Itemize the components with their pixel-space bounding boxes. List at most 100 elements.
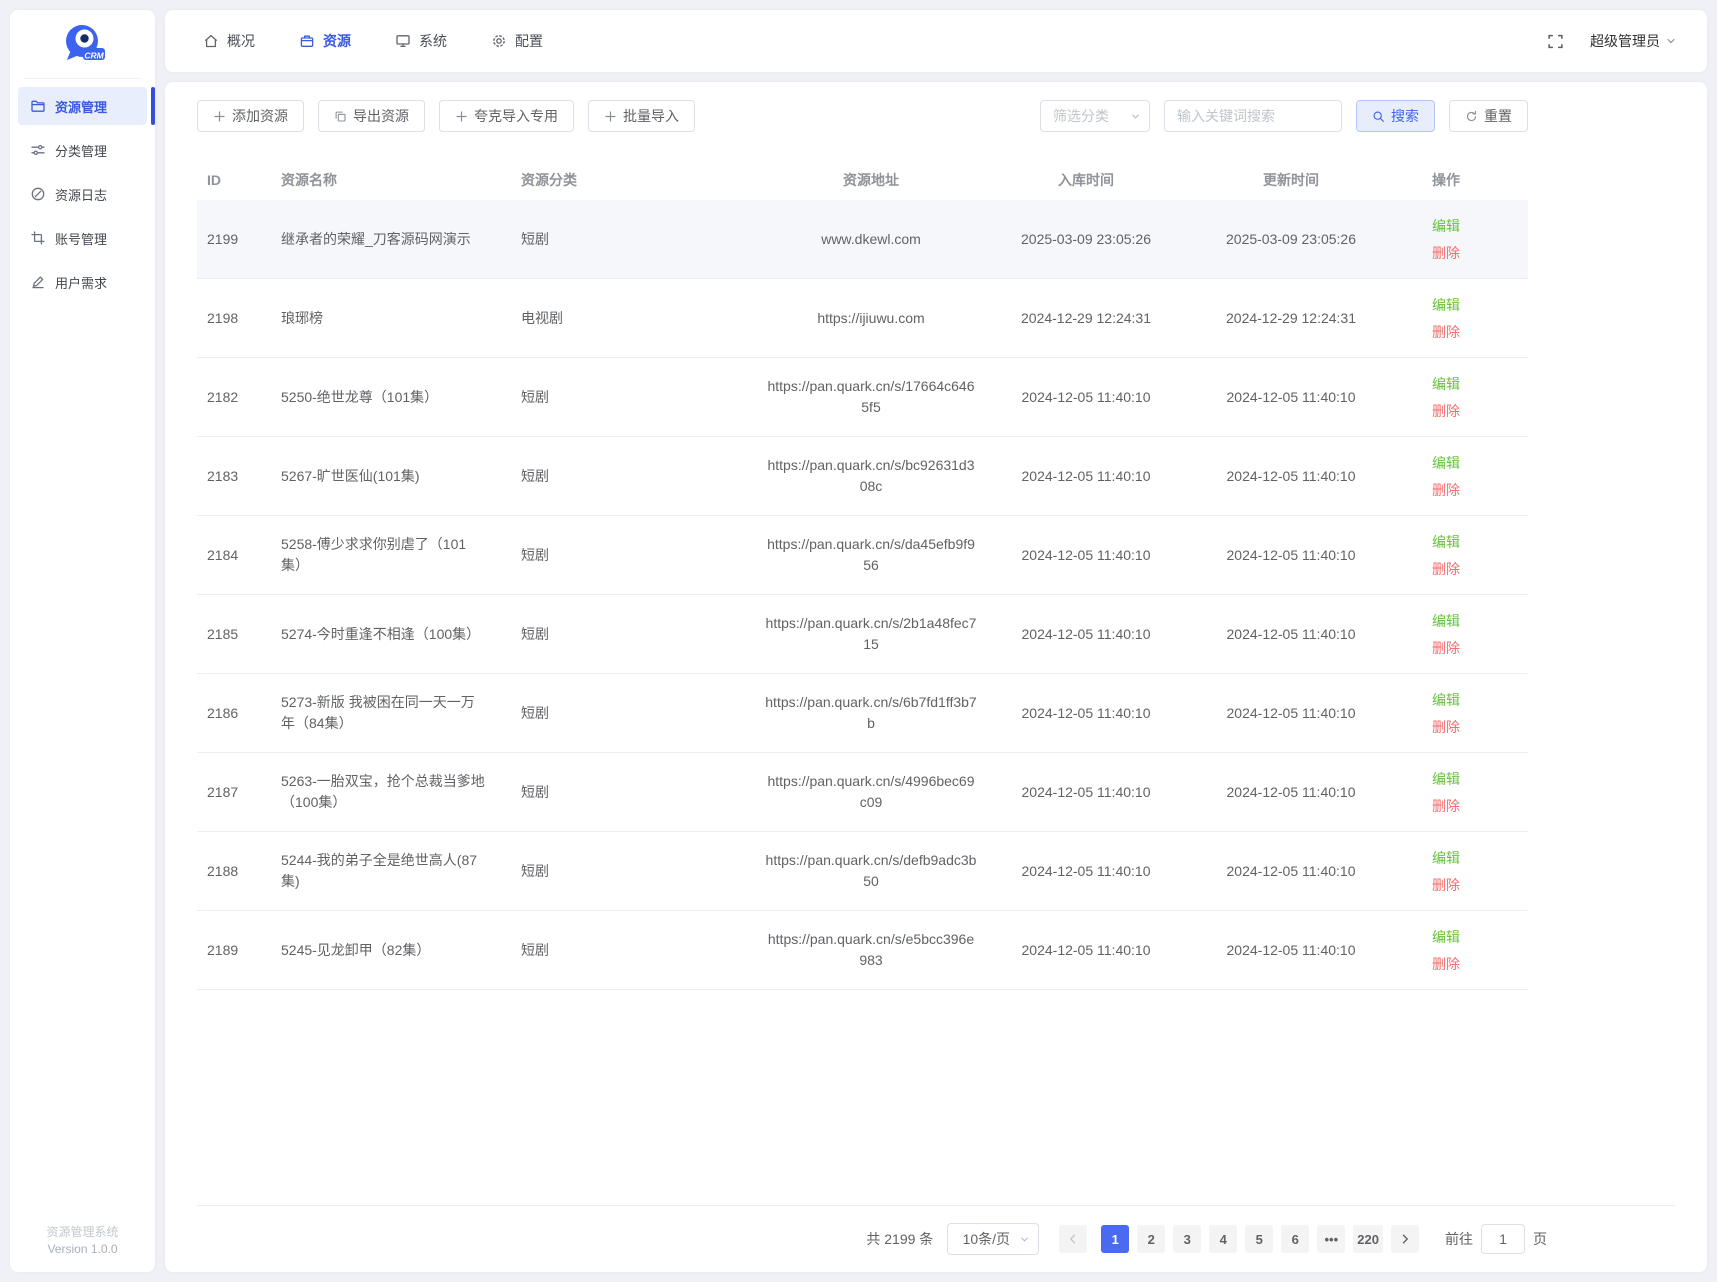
crm-logo-icon: CRM — [65, 25, 105, 61]
nav-item-label: 配置 — [515, 33, 543, 49]
cell-updated: 2024-12-05 11:40:10 — [1226, 783, 1356, 800]
cell-actions: 编辑 删除 — [1396, 927, 1528, 974]
sidebar-item-resource-log[interactable]: 资源日志 — [18, 175, 147, 213]
sidebar-item-user-needs[interactable]: 用户需求 — [18, 263, 147, 301]
delete-link[interactable]: 删除 — [1432, 401, 1460, 421]
top-nav: 概况 资源 系统 配置 — [203, 31, 543, 51]
fullscreen-icon[interactable] — [1547, 33, 1564, 50]
table-row: 2186 5273-新版 我被困在同一天一万年（84集） 短剧 https://pan… — [197, 674, 1528, 753]
cell-category: 短剧 — [521, 389, 549, 405]
folder-icon — [30, 98, 46, 114]
content-panel: 添加资源 导出资源 夸克导入专用 批量导入 筛选分类 搜 — [165, 82, 1707, 1272]
edit-link[interactable]: 编辑 — [1432, 848, 1460, 868]
delete-link[interactable]: 删除 — [1432, 954, 1460, 974]
category-filter-select[interactable]: 筛选分类 — [1040, 100, 1150, 132]
filter-placeholder: 筛选分类 — [1053, 108, 1109, 124]
column-header-created: 入库时间 — [1058, 171, 1114, 188]
export-resource-button[interactable]: 导出资源 — [318, 100, 425, 132]
delete-link[interactable]: 删除 — [1432, 875, 1460, 895]
edit-link[interactable]: 编辑 — [1432, 216, 1460, 236]
cell-updated: 2024-12-05 11:40:10 — [1226, 941, 1356, 958]
goto-suffix: 页 — [1533, 1231, 1547, 1247]
delete-link[interactable]: 删除 — [1432, 717, 1460, 737]
search-icon — [1372, 110, 1385, 123]
search-button[interactable]: 搜索 — [1356, 100, 1435, 132]
edit-link[interactable]: 编辑 — [1432, 769, 1460, 789]
cell-updated: 2024-12-05 11:40:10 — [1226, 704, 1356, 721]
cell-name: 5245-见龙卸甲（82集） — [281, 941, 431, 958]
user-menu[interactable]: 超级管理员 — [1590, 31, 1677, 51]
add-resource-button[interactable]: 添加资源 — [197, 100, 304, 132]
goto-page-input[interactable] — [1481, 1224, 1525, 1254]
nav-item-config[interactable]: 配置 — [491, 31, 543, 51]
cell-created: 2024-12-05 11:40:10 — [1021, 388, 1151, 405]
edit-link[interactable]: 编辑 — [1432, 927, 1460, 947]
cell-updated: 2024-12-29 12:24:31 — [1226, 309, 1356, 326]
cell-created: 2024-12-05 11:40:10 — [1021, 467, 1151, 484]
delete-link[interactable]: 删除 — [1432, 638, 1460, 658]
keyword-search-input[interactable] — [1164, 100, 1342, 132]
next-page-button[interactable] — [1391, 1225, 1419, 1253]
cell-url: https://ijiuwu.com — [817, 309, 925, 326]
delete-link[interactable]: 删除 — [1432, 559, 1460, 579]
toolbar: 添加资源 导出资源 夸克导入专用 批量导入 筛选分类 搜 — [197, 100, 1528, 132]
table-row: 2199 继承者的荣耀_刀客源码网演示 短剧 www.dkewl.com 2025-03… — [197, 200, 1528, 279]
edit-link[interactable]: 编辑 — [1432, 453, 1460, 473]
cell-name: 5273-新版 我被困在同一天一万年（84集） — [281, 694, 475, 731]
cell-actions: 编辑 删除 — [1396, 295, 1528, 342]
column-header-updated: 更新时间 — [1263, 171, 1319, 188]
page-size-select[interactable]: 10条/页 — [947, 1223, 1040, 1255]
cell-updated: 2024-12-05 11:40:10 — [1226, 862, 1356, 879]
page-button[interactable]: 4 — [1209, 1225, 1238, 1253]
column-header-category: 资源分类 — [521, 172, 577, 188]
page-button[interactable]: 1 — [1101, 1225, 1130, 1253]
cell-actions: 编辑 删除 — [1396, 532, 1528, 579]
column-header-name: 资源名称 — [281, 172, 337, 188]
pen-icon — [30, 274, 46, 290]
sidebar-item-account-management[interactable]: 账号管理 — [18, 219, 147, 257]
page-button[interactable]: 5 — [1245, 1225, 1274, 1253]
edit-link[interactable]: 编辑 — [1432, 295, 1460, 315]
cell-id: 2185 — [207, 626, 239, 642]
cell-url: https://pan.quark.cn/s/e5bcc396e983 — [767, 931, 975, 968]
cell-actions: 编辑 删除 — [1396, 453, 1528, 500]
cell-name: 5244-我的弟子全是绝世高人(87集) — [281, 852, 478, 889]
nav-item-system[interactable]: 系统 — [395, 31, 447, 51]
user-name: 超级管理员 — [1590, 33, 1660, 49]
column-header-url: 资源地址 — [843, 171, 899, 188]
edit-link[interactable]: 编辑 — [1432, 374, 1460, 394]
delete-link[interactable]: 删除 — [1432, 322, 1460, 342]
reset-button[interactable]: 重置 — [1449, 100, 1528, 132]
batch-import-button[interactable]: 批量导入 — [588, 100, 695, 132]
sidebar-item-category-management[interactable]: 分类管理 — [18, 131, 147, 169]
cell-name: 5263-一胎双宝，抢个总裁当爹地（100集） — [281, 773, 485, 810]
delete-link[interactable]: 删除 — [1432, 243, 1460, 263]
edit-link[interactable]: 编辑 — [1432, 690, 1460, 710]
pager-ellipsis[interactable]: ••• — [1317, 1225, 1346, 1253]
edit-link[interactable]: 编辑 — [1432, 611, 1460, 631]
page-buttons: 1 2 3 4 5 6 ••• 220 — [1101, 1225, 1383, 1253]
nav-item-resource[interactable]: 资源 — [299, 31, 351, 51]
prev-page-button[interactable] — [1059, 1225, 1088, 1253]
table-row: 2189 5245-见龙卸甲（82集） 短剧 https://pan.quark.cn… — [197, 911, 1528, 990]
cell-actions: 编辑 删除 — [1396, 611, 1528, 658]
cell-url: https://pan.quark.cn/s/bc92631d308c — [767, 457, 975, 494]
nav-item-overview[interactable]: 概况 — [203, 31, 255, 51]
delete-link[interactable]: 删除 — [1432, 480, 1460, 500]
cell-id: 2186 — [207, 705, 239, 721]
table-row: 2187 5263-一胎双宝，抢个总裁当爹地（100集） 短剧 https://pan… — [197, 753, 1528, 832]
edit-link[interactable]: 编辑 — [1432, 532, 1460, 552]
page-button[interactable]: 3 — [1173, 1225, 1202, 1253]
cell-category: 短剧 — [521, 942, 549, 958]
delete-link[interactable]: 删除 — [1432, 796, 1460, 816]
sidebar-item-resource-management[interactable]: 资源管理 — [18, 87, 155, 125]
sliders-icon — [30, 142, 46, 158]
quark-import-button[interactable]: 夸克导入专用 — [439, 100, 574, 132]
page-button[interactable]: 2 — [1137, 1225, 1166, 1253]
goto-label: 前往 — [1445, 1231, 1473, 1247]
page-button[interactable]: 220 — [1353, 1225, 1383, 1253]
cell-id: 2183 — [207, 468, 239, 484]
cell-id: 2182 — [207, 389, 239, 405]
cell-url: www.dkewl.com — [821, 230, 921, 247]
page-button[interactable]: 6 — [1281, 1225, 1310, 1253]
